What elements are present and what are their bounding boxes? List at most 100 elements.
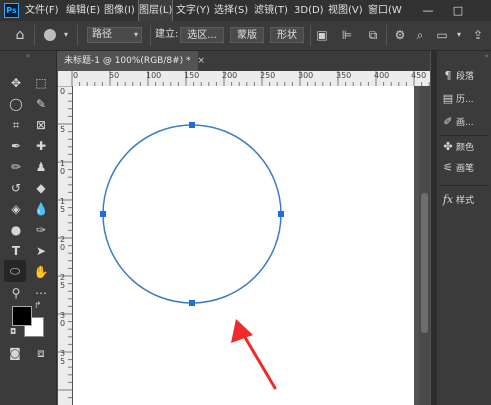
foreground-color-swatch[interactable] xyxy=(12,306,32,326)
hand-tool-icon[interactable]: ✋ xyxy=(30,261,52,283)
ruler-label: 2 5 xyxy=(60,273,66,290)
panel-brush[interactable]: ✐ 画... xyxy=(437,111,491,133)
menu-filter[interactable]: 滤镜(T) xyxy=(254,0,288,21)
divider xyxy=(77,25,78,46)
chevron-down-icon: ▾ xyxy=(133,30,138,39)
ruler-label: 1 0 xyxy=(60,159,66,176)
brush-icon: ✐ xyxy=(443,115,453,128)
panel-brushes[interactable]: ⚟ 画笔 xyxy=(437,157,491,179)
home-icon[interactable]: ⌂ xyxy=(12,27,28,43)
ruler-label: 50 xyxy=(109,71,120,80)
frame-tool-icon[interactable]: ⊠ xyxy=(30,114,52,136)
ruler-label: 200 xyxy=(222,71,238,80)
eyedropper-tool-icon[interactable]: ✒ xyxy=(5,135,27,157)
swap-colors-icon[interactable]: ↱ xyxy=(34,301,42,311)
menu-type[interactable]: 文字(Y) xyxy=(176,0,210,21)
menu-bar: Ps 文件(F) 编辑(E) 图像(I) 图层(L) 文字(Y) 选择(S) 滤… xyxy=(0,0,491,22)
shape-button[interactable]: 形状 xyxy=(270,27,304,43)
divider xyxy=(386,25,387,46)
brush-tool-icon[interactable]: ✏ xyxy=(5,156,27,178)
panel-color[interactable]: ✤ 颜色 xyxy=(437,136,491,158)
ruler-label: 1 5 xyxy=(60,197,66,214)
minimize-button[interactable]: — xyxy=(416,0,440,21)
gear-icon[interactable]: ⚙ xyxy=(392,27,408,43)
panel-styles[interactable]: fx 样式 xyxy=(437,189,491,211)
default-colors-icon[interactable]: ◘ xyxy=(10,327,16,336)
collapse-handle[interactable]: « xyxy=(439,53,489,60)
scrollbar-thumb[interactable] xyxy=(421,193,428,333)
ruler-label: 3 0 xyxy=(60,311,66,328)
healing-tool-icon[interactable]: ✚ xyxy=(30,135,52,157)
path-alignment-icon[interactable]: ⊫ xyxy=(339,27,355,43)
blur-tool-icon[interactable]: 💧 xyxy=(30,198,52,220)
workspace-icon[interactable]: ▭ xyxy=(434,27,450,43)
chevron-down-icon[interactable]: ▾ xyxy=(451,27,467,43)
document-canvas[interactable] xyxy=(73,86,414,405)
anchor-point-top[interactable] xyxy=(189,122,195,128)
ruler-label: 3 5 xyxy=(60,349,66,366)
stamp-tool-icon[interactable]: ♟ xyxy=(30,156,52,178)
document-tab-title: 未标题-1 @ 100%(RGB/8#) * xyxy=(64,56,191,66)
anchor-point-bottom[interactable] xyxy=(189,300,195,306)
path-select-tool-icon[interactable]: ➤ xyxy=(30,240,52,262)
menu-window[interactable]: 窗口(W xyxy=(368,0,402,21)
maximize-button[interactable]: □ xyxy=(446,0,470,21)
menu-image[interactable]: 图像(I) xyxy=(104,0,135,21)
menu-edit[interactable]: 编辑(E) xyxy=(66,0,100,21)
dodge-tool-icon[interactable]: ● xyxy=(5,219,27,241)
ellipse-path[interactable] xyxy=(102,124,282,304)
fx-icon: fx xyxy=(442,193,454,206)
menu-3d[interactable]: 3D(D) xyxy=(294,0,324,21)
paragraph-icon: ¶ xyxy=(444,69,452,82)
menu-view[interactable]: 视图(V) xyxy=(328,0,363,21)
screen-mode-icon[interactable]: ⧈ xyxy=(30,342,52,364)
document-tab[interactable]: 未标题-1 @ 100%(RGB/8#) * × xyxy=(58,51,205,71)
mask-button[interactable]: 蒙版 xyxy=(230,27,264,43)
vertical-ruler: 0 5 1 0 1 5 2 0 2 5 3 0 3 5 xyxy=(58,86,72,405)
eraser-tool-icon[interactable]: ◆ xyxy=(30,177,52,199)
anchor-point-left[interactable] xyxy=(100,211,106,217)
chevron-down-icon[interactable]: ▾ xyxy=(58,27,74,43)
selection-button[interactable]: 选区... xyxy=(180,27,224,43)
options-bar: ⌂ ▾ 路径 ▾ 建立: 选区... 蒙版 形状 ▣ ⊫ ⧉ ⚙ ⌕ ▭ ▾ ⇪ xyxy=(0,21,491,51)
close-tab-icon[interactable]: × xyxy=(197,56,205,66)
history-brush-tool-icon[interactable]: ↺ xyxy=(5,177,27,199)
tool-mode-value: 路径 xyxy=(92,29,112,40)
type-tool-icon[interactable]: T xyxy=(5,240,27,262)
menu-layer[interactable]: 图层(L) xyxy=(137,0,174,22)
quick-mask-icon[interactable]: ◙ xyxy=(4,342,26,364)
path-operations-icon[interactable]: ▣ xyxy=(314,27,330,43)
history-icon: ▤ xyxy=(442,92,454,105)
divider xyxy=(310,25,311,46)
quick-select-tool-icon[interactable]: ✎ xyxy=(30,93,52,115)
marquee-tool-icon[interactable]: ⬚ xyxy=(30,72,52,94)
brush-settings-icon: ⚟ xyxy=(443,161,453,174)
crop-tool-icon[interactable]: ⌗ xyxy=(5,114,27,136)
divider xyxy=(439,185,489,186)
menu-file[interactable]: 文件(F) xyxy=(25,0,59,21)
lasso-tool-icon[interactable]: ◯ xyxy=(5,93,27,115)
ruler-label: 150 xyxy=(184,71,200,80)
tool-mode-select[interactable]: 路径 ▾ xyxy=(87,27,142,43)
ellipse-tool-icon[interactable] xyxy=(44,29,56,41)
ruler-label: 250 xyxy=(260,71,276,80)
move-tool-icon[interactable]: ✥ xyxy=(5,72,27,94)
ruler-label: 100 xyxy=(146,71,162,80)
ellipse-tool-icon[interactable]: ⬭ xyxy=(4,260,26,282)
search-icon[interactable]: ⌕ xyxy=(412,27,428,43)
ruler-label: 5 xyxy=(60,125,66,134)
pen-tool-icon[interactable]: ✑ xyxy=(30,219,52,241)
zoom-tool-icon[interactable]: ⚲ xyxy=(5,282,27,304)
collapse-handle[interactable]: » xyxy=(2,53,54,60)
panel-paragraph[interactable]: ¶ 段落 xyxy=(437,65,491,87)
path-arrangement-icon[interactable]: ⧉ xyxy=(365,27,381,43)
anchor-point-right[interactable] xyxy=(278,211,284,217)
menu-select[interactable]: 选择(S) xyxy=(214,0,248,21)
document-tab-bar: 未标题-1 @ 100%(RGB/8#) * × xyxy=(58,51,430,71)
share-icon[interactable]: ⇪ xyxy=(470,27,486,43)
ruler-label: 450 xyxy=(411,71,427,80)
panel-history[interactable]: ▤ 历... xyxy=(437,88,491,110)
horizontal-ruler: 0 50 100 150 200 250 300 350 400 450 xyxy=(58,71,430,86)
paint-bucket-tool-icon[interactable]: ◈ xyxy=(5,198,27,220)
ruler-label: 0 xyxy=(73,71,79,80)
